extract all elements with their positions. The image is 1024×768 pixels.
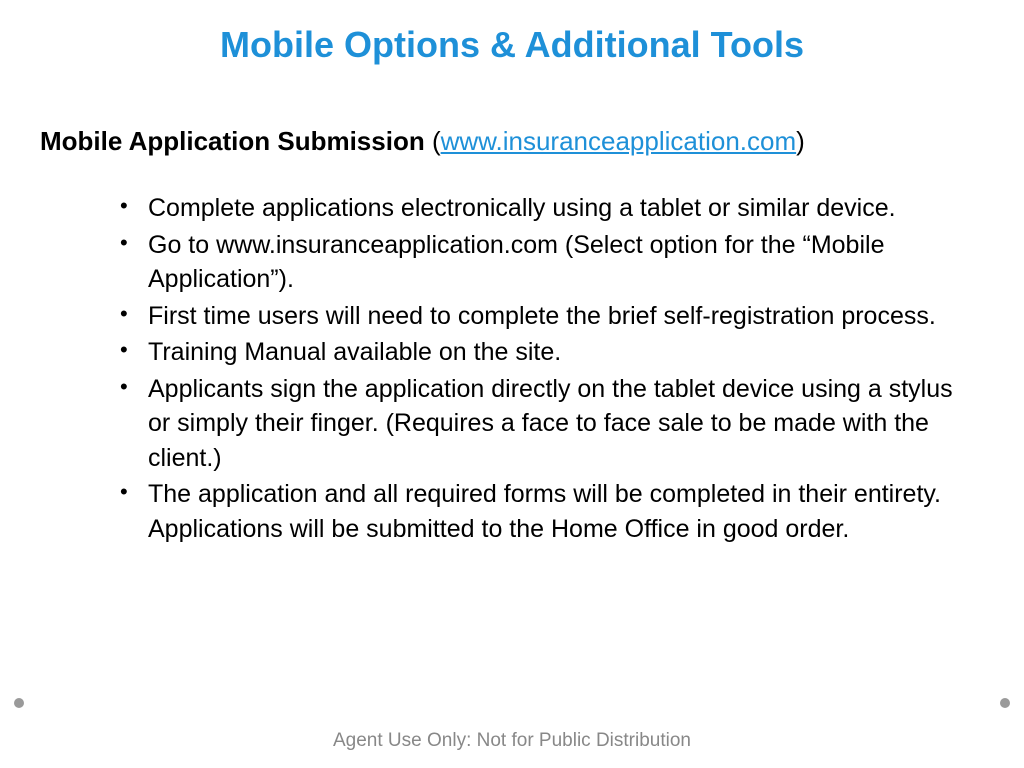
list-item: Go to www.insuranceapplication.com (Sele… xyxy=(120,228,964,297)
list-item: Applicants sign the application directly… xyxy=(120,372,964,476)
list-item: Complete applications electronically usi… xyxy=(120,191,964,226)
list-item: The application and all required forms w… xyxy=(120,477,964,546)
section-heading-bold: Mobile Application Submission xyxy=(40,126,425,156)
paren-open: ( xyxy=(425,126,441,156)
list-item: First time users will need to complete t… xyxy=(120,299,964,334)
bullet-list: Complete applications electronically usi… xyxy=(40,191,984,546)
paren-close: ) xyxy=(796,126,805,156)
decorative-dot-left xyxy=(14,698,24,708)
content-area: Mobile Application Submission (www.insur… xyxy=(0,76,1024,546)
footer-text: Agent Use Only: Not for Public Distribut… xyxy=(0,730,1024,752)
decorative-dot-right xyxy=(1000,698,1010,708)
list-item: Training Manual available on the site. xyxy=(120,335,964,370)
heading-link[interactable]: www.insuranceapplication.com xyxy=(441,126,797,156)
section-heading: Mobile Application Submission (www.insur… xyxy=(40,126,984,157)
slide-title: Mobile Options & Additional Tools xyxy=(0,0,1024,76)
